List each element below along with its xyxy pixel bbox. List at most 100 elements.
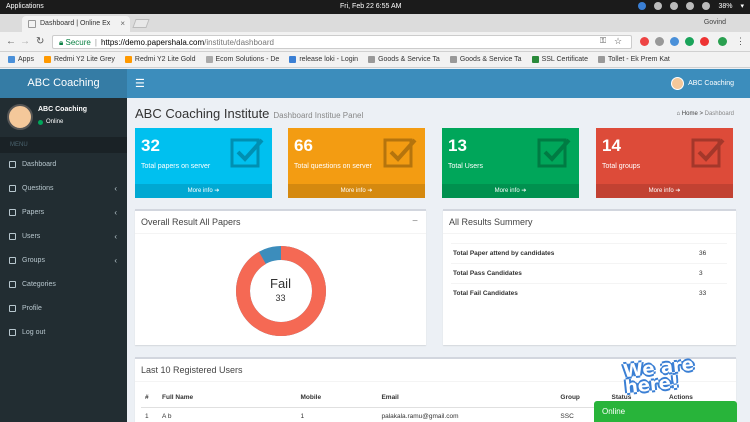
extension-adblock-icon[interactable] [700, 37, 709, 46]
browser-menu-icon[interactable]: ⋮ [736, 36, 745, 47]
bookmark-item[interactable]: release loki - Login [289, 55, 358, 64]
sidebar-item-users[interactable]: Users ‹ [0, 225, 127, 249]
system-tray: 38% ▾ [638, 2, 744, 10]
stat-box: 32 Total papers on server More info ➔ [135, 128, 272, 198]
summary-label: Total Pass Candidates [451, 263, 697, 284]
menu-item-icon [9, 281, 16, 288]
close-tab-icon[interactable]: × [120, 19, 125, 28]
breadcrumb-current: Dashboard [704, 111, 734, 117]
column-header: Mobile [296, 389, 378, 408]
book-icon [383, 138, 417, 168]
back-arrow-icon[interactable]: ← [6, 36, 16, 47]
stat-box: 13 Total Users More info ➔ [442, 128, 579, 198]
column-header: Full Name [158, 389, 297, 408]
sidebar-item-label: Papers [22, 209, 45, 216]
chrome-icon[interactable] [638, 2, 647, 10]
collapse-icon[interactable]: − [412, 216, 418, 227]
summary-label: Total Fail Candidates [451, 283, 697, 304]
table-row: Total Paper attend by candidates 36 [451, 243, 727, 264]
breadcrumb-home[interactable]: Home [682, 111, 698, 117]
bookmark-item[interactable]: Goods & Service Ta [449, 55, 522, 64]
apps-grid-icon [8, 56, 15, 63]
stat-number: 13 [448, 136, 467, 155]
applications-menu[interactable]: Applications [6, 3, 44, 10]
online-dot-icon [38, 119, 43, 125]
sidebar-item-groups[interactable]: Groups ‹ [0, 249, 127, 273]
page-icon [289, 56, 297, 63]
sidebar-item-label: Profile [22, 305, 42, 312]
avatar [671, 77, 685, 90]
sidebar-item-dashboard[interactable]: Dashboard [0, 153, 127, 177]
bookmarks-bar: Apps Redmi Y2 Lite Grey Redmi Y2 Lite Go… [0, 52, 750, 68]
new-tab-button[interactable] [132, 19, 150, 28]
bookmark-item[interactable]: Redmi Y2 Lite Gold [124, 55, 196, 64]
extension-grammar-icon[interactable] [685, 37, 694, 46]
more-info-link[interactable]: More info ➔ [135, 184, 272, 198]
panel-title: Last 10 Registered Users [141, 365, 243, 375]
column-header: # [141, 389, 159, 408]
bookmark-item[interactable]: Tollet - Ek Prem Kat [598, 55, 670, 64]
user-menu[interactable]: ABC Coaching [671, 77, 734, 90]
bookmark-item[interactable]: Apps [8, 55, 34, 64]
chevron-left-icon: ‹ [114, 256, 117, 265]
sidebar-user-status: Online [38, 119, 63, 125]
sidebar-item-label: Groups [22, 257, 45, 264]
power-icon[interactable]: ▾ [740, 2, 744, 10]
extension-green-icon[interactable] [718, 37, 727, 46]
menu-item-icon [9, 329, 16, 336]
browser-tab[interactable]: Dashboard | Online Ex × [22, 16, 130, 32]
forward-arrow-icon[interactable]: → [20, 36, 30, 47]
sidebar-item-questions[interactable]: Questions ‹ [0, 177, 127, 201]
row-number: 1 [145, 412, 149, 420]
home-icon: ⌂ [676, 111, 681, 117]
panel-title: Overall Result All Papers [141, 217, 241, 227]
sidebar-item-papers[interactable]: Papers ‹ [0, 201, 127, 225]
bookmark-item[interactable]: Goods & Service Ta [368, 55, 440, 64]
system-clock[interactable]: Fri, Feb 22 6:55 AM [340, 3, 401, 10]
sidebar-item-profile[interactable]: Profile [0, 297, 127, 321]
sidebar-item-categories[interactable]: Categories [0, 273, 127, 297]
extension-icon[interactable] [640, 37, 649, 46]
menu-item-icon [9, 257, 16, 264]
bookmark-item[interactable]: Redmi Y2 Lite Grey [43, 55, 115, 64]
page-icon [449, 56, 457, 63]
bookmark-item[interactable]: Ecom Solutions - De [205, 55, 279, 64]
key-icon[interactable]: ⚿ [600, 36, 606, 46]
bookmark-item[interactable]: SSL Certificate [531, 55, 588, 64]
battery-level[interactable]: 38% [718, 3, 732, 10]
more-info-link[interactable]: More info ➔ [288, 184, 425, 198]
more-info-link[interactable]: More info ➔ [596, 184, 733, 198]
package-icon[interactable] [654, 2, 663, 10]
extension-download-icon[interactable] [655, 37, 664, 46]
avatar [7, 104, 33, 130]
breadcrumb: ⌂ Home > Dashboard [676, 111, 734, 117]
page-subtitle: Dashboard Institue Panel [273, 111, 364, 120]
users-icon [537, 138, 571, 168]
reload-icon[interactable]: ↻ [36, 36, 44, 47]
sidebar-item-label: Dashboard [22, 161, 57, 168]
star-bookmark-icon[interactable]: ☆ [614, 36, 622, 47]
app-logo[interactable]: ABC Coaching [0, 69, 127, 98]
stat-box: 66 Total questions on server More info ➔ [288, 128, 425, 198]
extension-info-icon[interactable] [670, 37, 679, 46]
os-top-bar: Applications Fri, Feb 22 6:55 AM 38% ▾ [0, 0, 750, 14]
more-info-link[interactable]: More info ➔ [442, 184, 579, 198]
wifi-icon[interactable] [686, 2, 695, 10]
table-row: Total Pass Candidates 3 [451, 263, 727, 284]
url-input[interactable]: 🔒︎ Secure | https://demo.papershala.com/in… [52, 35, 632, 49]
sound-icon[interactable] [702, 2, 711, 10]
chat-status-tab[interactable]: Online [594, 401, 737, 422]
volume-icon[interactable] [670, 2, 679, 10]
sidebar: ABC Coaching Online MENU Dashboard Questi… [0, 98, 127, 422]
results-summary-panel: All Results Summery Total Paper attend b… [443, 209, 736, 345]
shuffle-icon [691, 138, 725, 168]
sidebar-item-label: Users [22, 233, 41, 240]
stat-label: Total questions on server [294, 163, 372, 170]
summary-table: Total Paper attend by candidates 36 Total … [451, 243, 727, 304]
user-email: palakala.ramu@gmail.com [381, 412, 459, 420]
sidebar-user-panel: ABC Coaching Online [0, 98, 127, 136]
sidebar-item-log-out[interactable]: Log out [0, 321, 127, 345]
browser-profile-name[interactable]: Govind [704, 19, 726, 26]
sidebar-item-label: Categories [22, 281, 56, 288]
sidebar-toggle-icon[interactable]: ☰ [135, 77, 145, 90]
